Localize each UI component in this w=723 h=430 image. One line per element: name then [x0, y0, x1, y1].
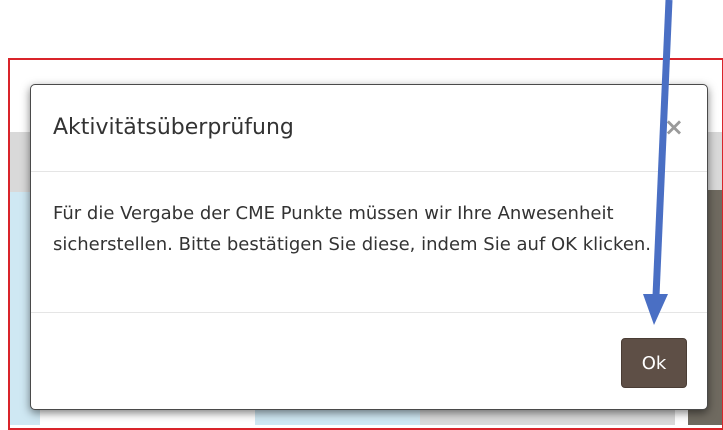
- activity-check-dialog: Aktivitätsüberprüfung × Für die Vergabe …: [30, 84, 708, 410]
- dialog-title: Aktivitätsüberprüfung: [53, 115, 294, 140]
- dialog-header: Aktivitätsüberprüfung ×: [31, 85, 707, 172]
- dialog-message: Für die Vergabe der CME Punkte müssen wi…: [53, 203, 652, 255]
- ok-button[interactable]: Ok: [621, 338, 687, 388]
- close-icon[interactable]: ×: [664, 113, 684, 141]
- dialog-footer-divider: [31, 312, 707, 313]
